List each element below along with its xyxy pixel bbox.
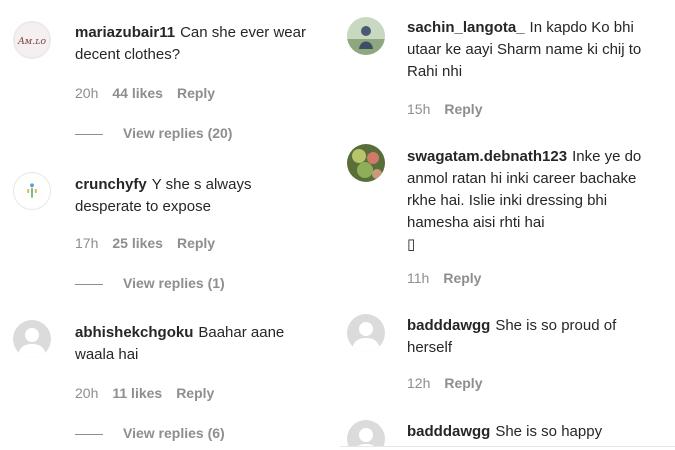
- comment-text: crunchyfy Y she s always desperate to exp…: [75, 174, 275, 218]
- emoji-placeholder: ▯: [407, 236, 416, 253]
- comment-meta: 15h Reply: [407, 101, 496, 117]
- view-replies-label: View replies (6): [123, 425, 225, 441]
- comments-column-left: Aᴍ.ʟo mariazubair11 Can she ever wear dec…: [0, 0, 338, 450]
- logo-avatar-icon: [14, 173, 50, 209]
- comment-meta: 12h Reply: [407, 375, 496, 391]
- view-replies-label: View replies (20): [123, 125, 233, 141]
- comment-username[interactable]: crunchyfy: [75, 176, 147, 193]
- comment-text: mariazubair11 Can she ever wear decent cl…: [75, 22, 335, 66]
- replies-line: [75, 133, 103, 135]
- reply-button[interactable]: Reply: [177, 235, 215, 251]
- comment-item: badddawgg She is so happy: [338, 410, 675, 446]
- logo-avatar-icon: Aᴍ.ʟo: [14, 22, 50, 58]
- comment-time: 20h: [75, 385, 99, 401]
- comment-item: swagatam.debnath123 Inke ye do anmol rata…: [338, 130, 675, 300]
- comment-text: badddawgg She is so happy: [407, 421, 657, 443]
- comment-username[interactable]: swagatam.debnath123: [407, 148, 567, 165]
- view-replies-button[interactable]: View replies (1): [75, 275, 225, 291]
- comments-column-right: sachin_langota_ In kapdo Ko bhi utaar ke …: [338, 0, 675, 450]
- reply-button[interactable]: Reply: [176, 385, 214, 401]
- comment-time: 11h: [407, 270, 430, 286]
- comment-item: abhishekchgoku Baahar aane waala hai 20h 1…: [0, 310, 338, 450]
- comment-likes[interactable]: 44 likes: [112, 85, 163, 101]
- reply-button[interactable]: Reply: [177, 85, 215, 101]
- bottom-divider: [340, 446, 675, 447]
- comment-text: badddawgg She is so proud of herself: [407, 315, 657, 359]
- comment-time: 20h: [75, 85, 99, 101]
- photo-avatar-icon: [347, 144, 385, 182]
- comment-item: crunchyfy Y she s always desperate to exp…: [0, 160, 338, 300]
- comment-likes[interactable]: 11 likes: [112, 385, 162, 401]
- view-replies-label: View replies (1): [123, 275, 225, 291]
- user-avatar[interactable]: Aᴍ.ʟo: [13, 21, 51, 59]
- user-avatar[interactable]: [13, 320, 51, 358]
- comment-time: 12h: [407, 375, 431, 391]
- comment-username[interactable]: abhishekchgoku: [75, 324, 193, 341]
- comment-text: sachin_langota_ In kapdo Ko bhi utaar ke …: [407, 17, 667, 83]
- svg-text:Aᴍ.ʟo: Aᴍ.ʟo: [17, 36, 46, 47]
- comment-text: abhishekchgoku Baahar aane waala hai: [75, 322, 325, 366]
- comment-likes[interactable]: 25 likes: [112, 235, 163, 251]
- comment-username[interactable]: badddawgg: [407, 317, 490, 334]
- comment-meta: 20h 44 likes Reply: [75, 85, 229, 101]
- replies-line: [75, 283, 103, 285]
- comment-text: swagatam.debnath123 Inke ye do anmol rata…: [407, 146, 669, 256]
- user-avatar[interactable]: [347, 314, 385, 352]
- default-avatar-icon: [352, 322, 380, 352]
- comment-username[interactable]: mariazubair11: [75, 24, 175, 41]
- user-avatar[interactable]: [347, 420, 385, 446]
- comment-item: badddawgg She is so proud of herself 12h R…: [338, 300, 675, 410]
- comment-time: 17h: [75, 235, 99, 251]
- photo-avatar-icon: [347, 17, 385, 55]
- comment-username[interactable]: badddawgg: [407, 423, 490, 440]
- comment-item: sachin_langota_ In kapdo Ko bhi utaar ke …: [338, 0, 675, 130]
- comment-item: Aᴍ.ʟo mariazubair11 Can she ever wear dec…: [0, 0, 338, 150]
- user-avatar[interactable]: [347, 17, 385, 55]
- comment-meta: 17h 25 likes Reply: [75, 235, 229, 251]
- comment-meta: 20h 11 likes Reply: [75, 385, 228, 401]
- reply-button[interactable]: Reply: [443, 270, 481, 286]
- comment-time: 15h: [407, 101, 431, 117]
- reply-button[interactable]: Reply: [444, 101, 482, 117]
- user-avatar[interactable]: [347, 144, 385, 182]
- comment-meta: 11h Reply: [407, 270, 495, 286]
- default-avatar-icon: [18, 328, 46, 358]
- comment-body: She is so happy: [495, 423, 603, 440]
- reply-button[interactable]: Reply: [444, 375, 482, 391]
- default-avatar-icon: [357, 428, 375, 446]
- replies-line: [75, 433, 103, 435]
- view-replies-button[interactable]: View replies (6): [75, 425, 225, 441]
- view-replies-button[interactable]: View replies (20): [75, 125, 232, 141]
- comment-username[interactable]: sachin_langota_: [407, 19, 525, 36]
- user-avatar[interactable]: [13, 172, 51, 210]
